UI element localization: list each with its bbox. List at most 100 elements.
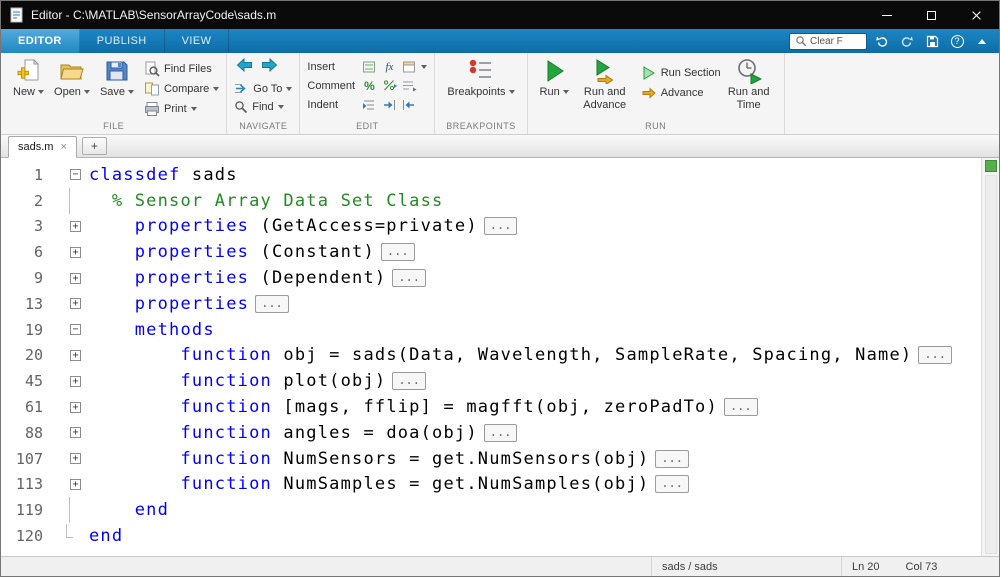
redo-icon[interactable] bbox=[897, 32, 917, 51]
indent-left-button[interactable] bbox=[401, 97, 417, 112]
collapsed-code-button[interactable]: ... bbox=[484, 217, 518, 235]
line-number[interactable]: 6 bbox=[1, 243, 49, 261]
scrollbar-track[interactable] bbox=[985, 175, 997, 554]
run-and-time-button[interactable]: Run and Time bbox=[721, 56, 777, 113]
help-icon[interactable]: ? bbox=[947, 32, 967, 51]
code-text[interactable]: classdef sads bbox=[87, 165, 238, 185]
collapsed-code-button[interactable]: ... bbox=[918, 346, 952, 364]
find-files-button[interactable]: Find Files bbox=[144, 61, 219, 77]
fold-expand-icon[interactable]: + bbox=[70, 247, 81, 258]
fold-expand-icon[interactable]: + bbox=[70, 402, 81, 413]
line-number[interactable]: 45 bbox=[1, 372, 49, 390]
fold-expand-icon[interactable]: + bbox=[70, 298, 81, 309]
breakpoints-button[interactable]: Breakpoints bbox=[442, 56, 519, 100]
wrap-comments-button[interactable] bbox=[401, 78, 417, 93]
advance-button[interactable]: Advance bbox=[641, 85, 721, 101]
compare-button[interactable]: Compare bbox=[144, 81, 219, 97]
document-tab-sads[interactable]: sads.m × bbox=[8, 136, 77, 158]
tab-view[interactable]: VIEW bbox=[165, 29, 230, 53]
line-number[interactable]: 9 bbox=[1, 269, 49, 287]
collapsed-code-button[interactable]: ... bbox=[484, 424, 518, 442]
smart-indent-button[interactable] bbox=[361, 97, 377, 112]
insert-cell-icon bbox=[402, 60, 416, 74]
fold-expand-icon[interactable]: + bbox=[70, 427, 81, 438]
search-input[interactable]: Clear F bbox=[789, 33, 867, 50]
collapsed-code-button[interactable]: ... bbox=[255, 295, 289, 313]
new-tab-button[interactable]: + bbox=[82, 137, 107, 155]
maximize-button[interactable] bbox=[909, 1, 954, 29]
fold-expand-icon[interactable]: + bbox=[70, 350, 81, 361]
quick-save-icon[interactable] bbox=[922, 32, 942, 51]
line-number[interactable]: 19 bbox=[1, 321, 49, 339]
line-number[interactable]: 120 bbox=[1, 527, 49, 545]
code-text[interactable]: function NumSensors = get.NumSensors(obj… bbox=[87, 449, 649, 469]
line-number[interactable]: 2 bbox=[1, 192, 49, 210]
goto-button[interactable]: Go To bbox=[234, 82, 292, 95]
fold-expand-icon[interactable]: + bbox=[70, 453, 81, 464]
plus-icon: + bbox=[91, 139, 98, 153]
toolstrip-collapse-icon[interactable] bbox=[972, 32, 992, 51]
collapsed-code-button[interactable]: ... bbox=[381, 243, 415, 261]
code-text[interactable]: properties (GetAccess=private) bbox=[87, 216, 478, 236]
print-button[interactable]: Print bbox=[144, 101, 219, 117]
uncomment-button[interactable] bbox=[381, 78, 397, 93]
code-text[interactable]: function [mags, fflip] = magfft(obj, zer… bbox=[87, 397, 718, 417]
back-button[interactable] bbox=[236, 58, 253, 77]
find-button[interactable]: Find bbox=[234, 100, 292, 114]
line-number[interactable]: 107 bbox=[1, 450, 49, 468]
fold-expand-icon[interactable]: + bbox=[70, 376, 81, 387]
tab-publish[interactable]: PUBLISH bbox=[80, 29, 165, 53]
fold-collapse-icon[interactable]: − bbox=[70, 169, 81, 180]
code-analyzer-indicator-icon[interactable] bbox=[985, 160, 997, 172]
code-text[interactable]: properties (Constant) bbox=[87, 242, 375, 262]
code-text[interactable]: function obj = sads(Data, Wavelength, Sa… bbox=[87, 345, 912, 365]
close-button[interactable] bbox=[954, 1, 999, 29]
fold-expand-icon[interactable]: + bbox=[70, 221, 81, 232]
run-button[interactable]: Run bbox=[535, 56, 574, 100]
code-line: 119 end bbox=[1, 497, 981, 523]
insert-cell-button[interactable] bbox=[401, 59, 417, 74]
collapsed-code-button[interactable]: ... bbox=[655, 475, 689, 493]
collapsed-code-button[interactable]: ... bbox=[392, 372, 426, 390]
code-text[interactable]: methods bbox=[87, 320, 215, 340]
tab-editor[interactable]: EDITOR bbox=[1, 29, 80, 53]
collapsed-code-button[interactable]: ... bbox=[392, 269, 426, 287]
run-section-button[interactable]: Run Section bbox=[641, 65, 721, 81]
line-number[interactable]: 3 bbox=[1, 217, 49, 235]
collapsed-code-button[interactable]: ... bbox=[724, 398, 758, 416]
forward-button[interactable] bbox=[261, 58, 278, 77]
scrollbar[interactable] bbox=[981, 158, 999, 556]
fold-expand-icon[interactable]: + bbox=[70, 273, 81, 284]
code-text[interactable]: function angles = doa(obj) bbox=[87, 423, 478, 443]
new-button[interactable]: New bbox=[8, 56, 49, 100]
insert-section-button[interactable] bbox=[361, 59, 377, 74]
code-line: 61 + function [mags, fflip] = magfft(obj,… bbox=[1, 394, 981, 420]
code-text[interactable]: function NumSamples = get.NumSamples(obj… bbox=[87, 474, 649, 494]
code-text[interactable]: properties (Dependent) bbox=[87, 268, 386, 288]
run-and-advance-button[interactable]: Run and Advance bbox=[574, 56, 636, 113]
code-text[interactable]: function plot(obj) bbox=[87, 371, 386, 391]
tab-close-icon[interactable]: × bbox=[60, 142, 66, 153]
line-number[interactable]: 61 bbox=[1, 398, 49, 416]
column-indicator: Col 73 bbox=[906, 561, 938, 573]
fold-collapse-icon[interactable]: − bbox=[70, 324, 81, 335]
line-number[interactable]: 113 bbox=[1, 475, 49, 493]
comment-button[interactable]: % bbox=[361, 78, 377, 93]
code-text[interactable]: end bbox=[87, 500, 169, 520]
save-button[interactable]: Save bbox=[95, 56, 139, 100]
code-text[interactable]: % Sensor Array Data Set Class bbox=[87, 191, 443, 211]
line-number[interactable]: 88 bbox=[1, 424, 49, 442]
minimize-button[interactable] bbox=[864, 1, 909, 29]
fold-expand-icon[interactable]: + bbox=[70, 479, 81, 490]
insert-function-button[interactable]: fx bbox=[381, 59, 397, 74]
line-number[interactable]: 13 bbox=[1, 295, 49, 313]
undo-icon[interactable] bbox=[872, 32, 892, 51]
line-number[interactable]: 1 bbox=[1, 166, 49, 184]
collapsed-code-button[interactable]: ... bbox=[655, 450, 689, 468]
line-number[interactable]: 20 bbox=[1, 346, 49, 364]
indent-right-button[interactable] bbox=[381, 97, 397, 112]
open-button[interactable]: Open bbox=[49, 56, 95, 100]
line-number[interactable]: 119 bbox=[1, 501, 49, 519]
code-text[interactable]: properties bbox=[87, 294, 249, 314]
code-text[interactable]: end bbox=[87, 526, 123, 546]
